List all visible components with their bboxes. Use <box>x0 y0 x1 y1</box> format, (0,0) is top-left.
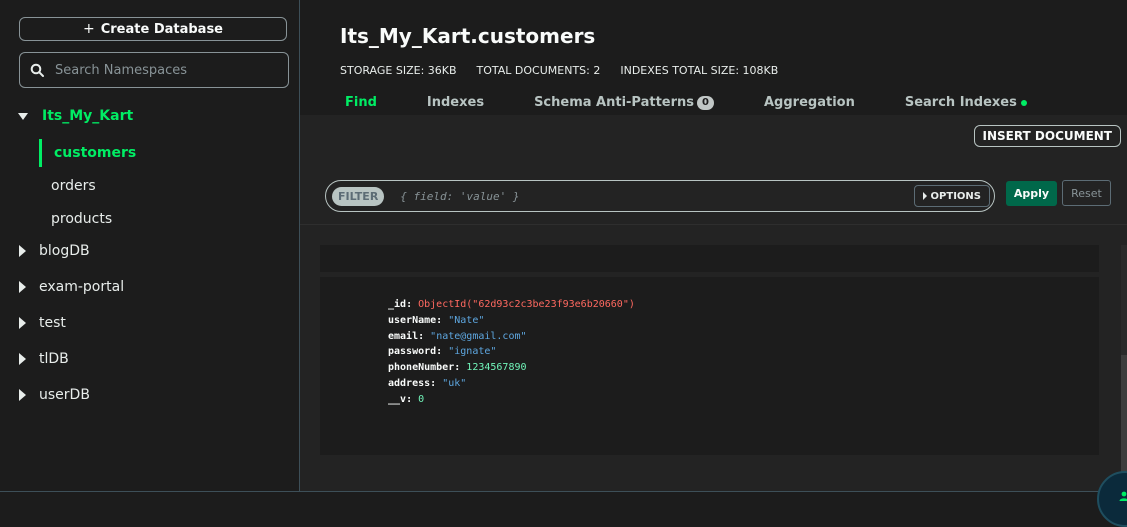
db-label: test <box>39 315 66 331</box>
sidebar-db-test[interactable]: test <box>0 308 299 338</box>
db-label: userDB <box>39 387 90 403</box>
options-button[interactable]: OPTIONS <box>913 185 990 207</box>
collection-label: orders <box>51 178 96 194</box>
chevron-right-icon[interactable] <box>19 245 26 257</box>
sidebar: + Create Database Its_My_Kart customers … <box>0 0 300 491</box>
field-row: phoneNumber: 1234567890 <box>388 362 527 374</box>
field-value: "Nate" <box>448 314 485 326</box>
tab-label: Schema Anti-Patterns <box>534 95 695 110</box>
field-row: __v: 0 <box>388 393 425 405</box>
field-key: _id <box>388 299 407 310</box>
tab-schema-anti-patterns[interactable]: Schema Anti-Patterns 0 <box>534 95 714 110</box>
chevron-down-icon[interactable] <box>18 112 28 120</box>
apply-button[interactable]: Apply <box>1006 181 1057 206</box>
field-value: "nate@gmail.com" <box>430 330 527 342</box>
document-fields: _id: ObjectId("62d93c2c3be23f93e6b20660"… <box>388 297 635 408</box>
sidebar-db-exam-portal[interactable]: exam-portal <box>0 272 299 302</box>
filter-input[interactable] <box>398 188 914 204</box>
document-card[interactable]: _id: ObjectId("62d93c2c3be23f93e6b20660"… <box>320 277 1099 455</box>
field-key: email <box>388 330 419 342</box>
namespace-search[interactable] <box>19 52 289 88</box>
tab-label: Aggregation <box>764 95 855 110</box>
sidebar-db-tldb[interactable]: tlDB <box>0 344 299 374</box>
tab-label: Indexes <box>426 95 485 110</box>
scrollbar-thumb[interactable] <box>1121 355 1127 475</box>
field-value: "uk" <box>442 377 467 389</box>
documents-view: INSERT DOCUMENT FILTER OPTIONS Apply Res… <box>300 115 1127 491</box>
count-badge: 0 <box>697 95 714 110</box>
field-row: _id: ObjectId("62d93c2c3be23f93e6b20660"… <box>388 299 635 310</box>
field-value: 0 <box>418 393 425 405</box>
collection-stats: STORAGE SIZE: 36KB TOTAL DOCUMENTS: 2 IN… <box>340 64 778 77</box>
db-label: Its_My_Kart <box>42 108 134 124</box>
field-key: password <box>388 346 437 358</box>
chevron-right-icon[interactable] <box>19 317 26 329</box>
field-value: ObjectId("62d93c2c3be23f93e6b20660") <box>418 299 635 310</box>
chevron-right-icon[interactable] <box>19 281 26 293</box>
status-strip <box>0 491 1127 517</box>
field-value: 1234567890 <box>466 362 527 374</box>
field-key: address <box>388 377 431 389</box>
active-indicator <box>39 139 42 167</box>
create-database-label: Create Database <box>100 21 223 37</box>
filter-bar[interactable]: FILTER OPTIONS <box>325 180 995 212</box>
field-row: email: "nate@gmail.com" <box>388 330 527 342</box>
options-label: OPTIONS <box>930 190 981 202</box>
create-database-button[interactable]: + Create Database <box>19 17 287 41</box>
indexes-total-size: INDEXES TOTAL SIZE: 108KB <box>620 64 779 77</box>
tab-bar: Find Indexes Schema Anti-Patterns 0 Aggr… <box>345 95 1077 110</box>
db-label: tlDB <box>39 351 69 367</box>
results-toolbar <box>320 245 1099 272</box>
field-key: userName <box>388 314 437 326</box>
tab-indexes[interactable]: Indexes <box>427 95 484 110</box>
sidebar-db-its-my-kart[interactable]: Its_My_Kart <box>0 101 299 131</box>
sidebar-db-blogdb[interactable]: blogDB <box>0 236 299 266</box>
plus-icon: + <box>82 21 95 37</box>
reset-button[interactable]: Reset <box>1062 180 1111 206</box>
collection-label: customers <box>54 145 137 161</box>
chevron-right-icon[interactable] <box>19 389 26 401</box>
field-key: phoneNumber <box>388 362 455 374</box>
collection-header: Its_My_Kart.customers STORAGE SIZE: 36KB… <box>300 0 1127 115</box>
sidebar-collection-orders[interactable]: orders <box>0 171 350 201</box>
sidebar-db-userdb[interactable]: userDB <box>0 380 299 410</box>
tab-find[interactable]: Find <box>345 95 377 110</box>
status-dot <box>1020 99 1027 106</box>
collection-label: products <box>51 211 113 227</box>
search-input[interactable] <box>53 61 277 79</box>
total-documents: TOTAL DOCUMENTS: 2 <box>476 64 601 77</box>
person-icon <box>1119 491 1127 501</box>
field-key: __v <box>388 393 407 405</box>
field-row: address: "uk" <box>388 377 467 389</box>
sidebar-collection-customers[interactable]: customers <box>0 138 299 168</box>
db-label: exam-portal <box>39 279 125 295</box>
search-icon <box>30 63 44 77</box>
tab-label: Search Indexes <box>904 95 1017 110</box>
sidebar-collection-products[interactable]: products <box>0 204 350 234</box>
storage-size: STORAGE SIZE: 36KB <box>340 64 457 77</box>
tab-aggregation[interactable]: Aggregation <box>764 95 855 110</box>
insert-document-button[interactable]: INSERT DOCUMENT <box>973 125 1121 147</box>
chevron-right-icon <box>922 192 927 200</box>
tab-label: Find <box>345 95 377 110</box>
main-panel: Its_My_Kart.customers STORAGE SIZE: 36KB… <box>300 0 1127 491</box>
db-label: blogDB <box>39 243 90 259</box>
field-value: "ignate" <box>448 346 497 358</box>
filter-label: FILTER <box>332 186 385 206</box>
tab-search-indexes[interactable]: Search Indexes <box>905 95 1027 110</box>
field-row: password: "ignate" <box>388 346 497 358</box>
page-title: Its_My_Kart.customers <box>340 24 596 48</box>
field-row: userName: "Nate" <box>388 314 485 326</box>
chevron-right-icon[interactable] <box>19 353 26 365</box>
divider <box>300 224 1127 225</box>
